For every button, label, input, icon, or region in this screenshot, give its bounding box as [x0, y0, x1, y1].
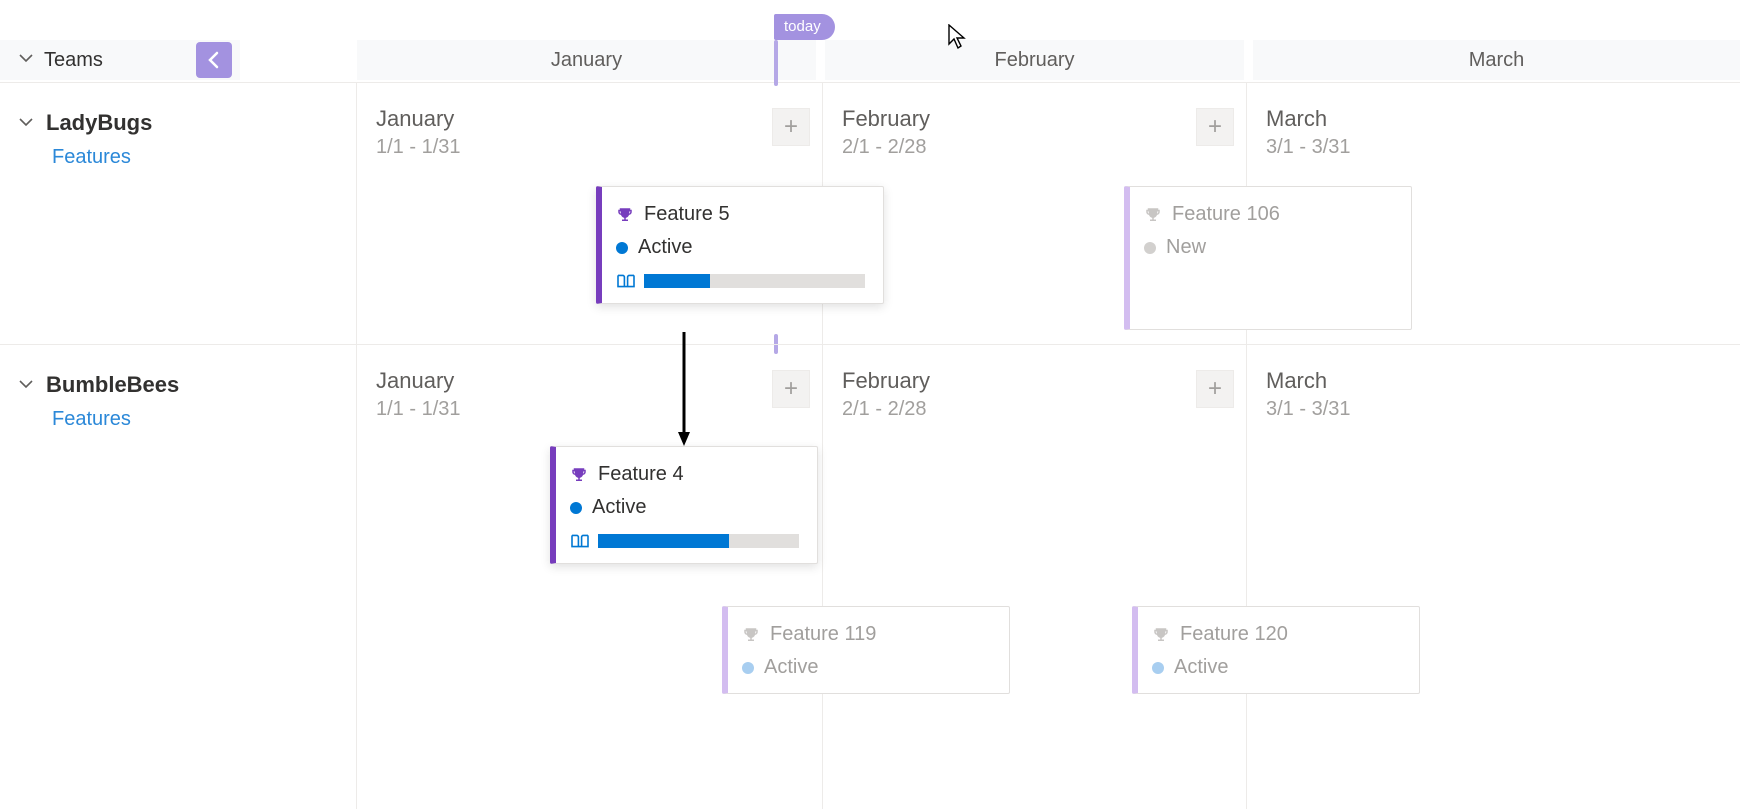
card-feature-4[interactable]: Feature 4 Active	[550, 446, 818, 564]
team-bumblebees[interactable]: BumbleBees	[18, 372, 356, 398]
status-dot-icon	[742, 662, 754, 674]
lane-month-name: March	[1266, 368, 1720, 394]
plus-icon: +	[784, 113, 798, 141]
month-header-february[interactable]: February	[824, 40, 1244, 80]
trophy-icon	[616, 206, 634, 224]
card-feature-106[interactable]: Feature 106 New	[1124, 186, 1412, 330]
dependency-arrow	[678, 332, 698, 457]
chevron-down-icon	[18, 110, 34, 136]
lane-month-name: January	[376, 368, 802, 394]
team-name: LadyBugs	[46, 110, 152, 136]
lane-month-range: 3/1 - 3/31	[1266, 398, 1720, 421]
month-header-january[interactable]: January	[356, 40, 816, 80]
card-title: Feature 119	[770, 623, 876, 646]
today-label: today	[784, 18, 821, 35]
rollup-icon	[616, 273, 636, 289]
plus-icon: +	[1208, 113, 1222, 141]
team-ladybugs[interactable]: LadyBugs	[18, 110, 356, 136]
month-header-march[interactable]: March	[1252, 40, 1740, 80]
lane-month-name: February	[842, 106, 1226, 132]
card-title: Feature 106	[1172, 203, 1280, 226]
status-dot-icon	[616, 242, 628, 254]
trophy-icon	[1144, 206, 1162, 224]
cursor-icon	[948, 24, 968, 55]
card-status: Active	[592, 496, 646, 519]
add-item-button[interactable]: +	[1196, 108, 1234, 146]
lane-month-name: February	[842, 368, 1226, 394]
lane-month-range: 1/1 - 1/31	[376, 136, 802, 159]
add-item-button[interactable]: +	[772, 370, 810, 408]
lane-month-range: 1/1 - 1/31	[376, 398, 802, 421]
card-status: New	[1166, 236, 1206, 259]
add-item-button[interactable]: +	[772, 108, 810, 146]
today-marker[interactable]: today	[774, 14, 835, 40]
card-title: Feature 4	[598, 463, 684, 486]
plus-icon: +	[1208, 375, 1222, 403]
team-features-link[interactable]: Features	[52, 146, 356, 169]
card-feature-120[interactable]: Feature 120 Active	[1132, 606, 1420, 694]
scroll-left-button[interactable]	[196, 42, 232, 78]
team-features-link[interactable]: Features	[52, 408, 356, 431]
plus-icon: +	[784, 375, 798, 403]
rollup-icon	[570, 533, 590, 549]
today-line	[774, 40, 778, 86]
trophy-icon	[742, 626, 760, 644]
trophy-icon	[570, 466, 588, 484]
chevron-down-icon	[18, 372, 34, 398]
lane-month-name: March	[1266, 106, 1720, 132]
card-feature-5[interactable]: Feature 5 Active	[596, 186, 884, 304]
status-dot-icon	[1152, 662, 1164, 674]
chevron-left-icon	[207, 51, 221, 69]
lane-month-range: 2/1 - 2/28	[842, 136, 1226, 159]
card-title: Feature 5	[644, 203, 730, 226]
progress-bar	[598, 534, 799, 548]
progress-bar	[644, 274, 865, 288]
trophy-icon	[1152, 626, 1170, 644]
card-status: Active	[764, 656, 818, 679]
lane-month-range: 2/1 - 2/28	[842, 398, 1226, 421]
card-title: Feature 120	[1180, 623, 1288, 646]
lane-month-name: January	[376, 106, 802, 132]
lane-month-range: 3/1 - 3/31	[1266, 136, 1720, 159]
card-status: Active	[638, 236, 692, 259]
card-feature-119[interactable]: Feature 119 Active	[722, 606, 1010, 694]
status-dot-icon	[1144, 242, 1156, 254]
add-item-button[interactable]: +	[1196, 370, 1234, 408]
status-dot-icon	[570, 502, 582, 514]
card-status: Active	[1174, 656, 1228, 679]
team-name: BumbleBees	[46, 372, 179, 398]
